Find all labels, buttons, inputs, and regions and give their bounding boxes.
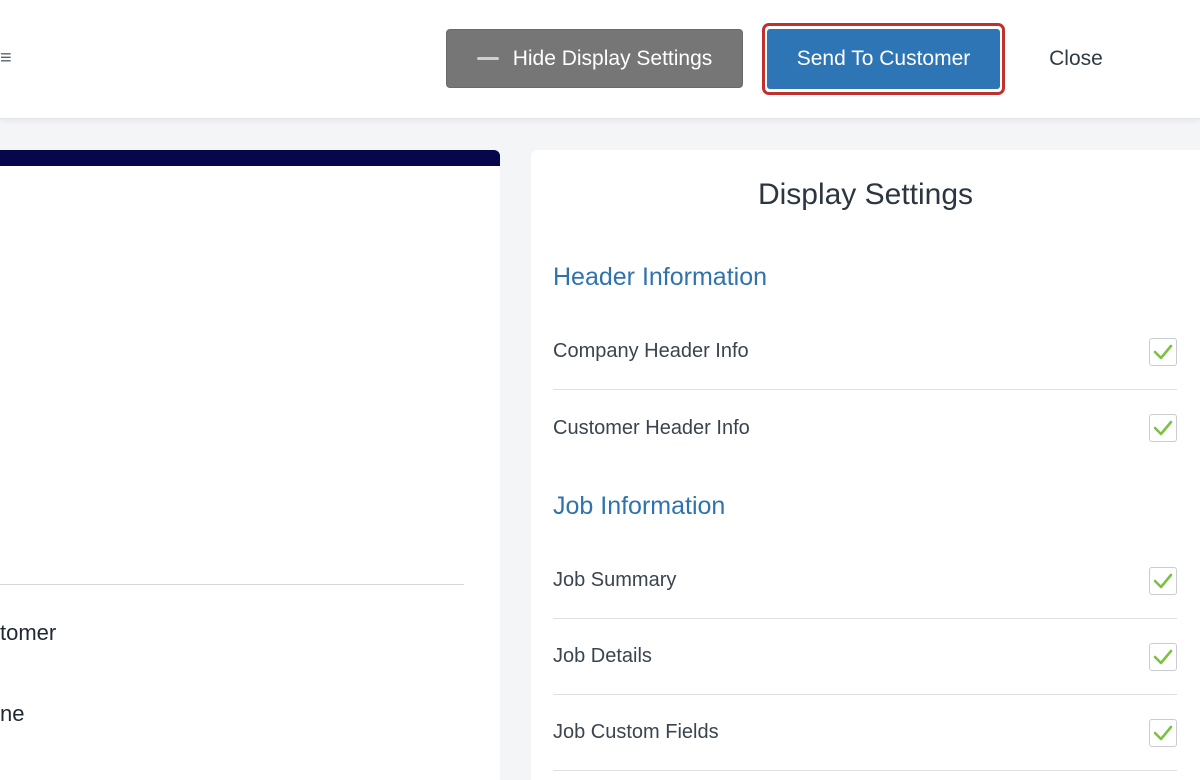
top-toolbar: ≡ Hide Display Settings Send To Customer… (0, 0, 1200, 119)
preview-divider (0, 584, 464, 585)
close-label: Close (1049, 47, 1103, 70)
setting-row-job-details[interactable]: Job Details (553, 619, 1177, 695)
minus-icon (476, 57, 499, 60)
setting-row-job-summary[interactable]: Job Summary (553, 543, 1177, 619)
checkmark-icon (1153, 344, 1173, 359)
setting-label: Customer Header Info (553, 416, 750, 439)
checkmark-icon (1153, 573, 1173, 588)
display-settings-title: Display Settings (757, 178, 974, 211)
hide-display-settings-button[interactable]: Hide Display Settings (446, 29, 743, 88)
send-to-customer-label: Send To Customer (796, 47, 971, 70)
setting-label: Company Header Info (553, 340, 749, 362)
setting-row-job-custom-fields[interactable]: Job Custom Fields (553, 695, 1177, 771)
job-summary-checkbox[interactable] (1149, 566, 1177, 595)
customer-header-info-checkbox[interactable] (1149, 414, 1177, 442)
section-heading-header-information: Header Information (553, 263, 768, 291)
checkmark-icon (1153, 420, 1173, 436)
send-to-customer-button[interactable]: Send To Customer (767, 29, 1000, 89)
display-settings-panel: Display Settings Header Information Comp… (531, 150, 1200, 780)
preview-text-name: ne (0, 701, 25, 726)
job-custom-fields-checkbox[interactable] (1149, 718, 1177, 747)
section-heading-job-information: Job Information (553, 492, 726, 520)
preview-header-band (0, 150, 500, 166)
preview-text-customer: tomer (0, 620, 57, 645)
menu-icon[interactable]: ≡ (0, 48, 12, 68)
close-button[interactable]: Close (1030, 38, 1122, 80)
document-preview-panel: tomer ne (0, 150, 500, 780)
checkmark-icon (1153, 725, 1173, 740)
checkmark-icon (1153, 649, 1173, 664)
setting-row-company-header-info[interactable]: Company Header Info (553, 314, 1177, 390)
setting-row-customer-header-info[interactable]: Customer Header Info (553, 390, 1177, 466)
hide-display-settings-label: Hide Display Settings (512, 46, 713, 70)
setting-label: Job Details (553, 645, 652, 667)
setting-label: Job Custom Fields (553, 721, 719, 743)
job-details-checkbox[interactable] (1149, 642, 1177, 671)
setting-label: Job Summary (553, 569, 677, 591)
company-header-info-checkbox[interactable] (1149, 337, 1177, 366)
